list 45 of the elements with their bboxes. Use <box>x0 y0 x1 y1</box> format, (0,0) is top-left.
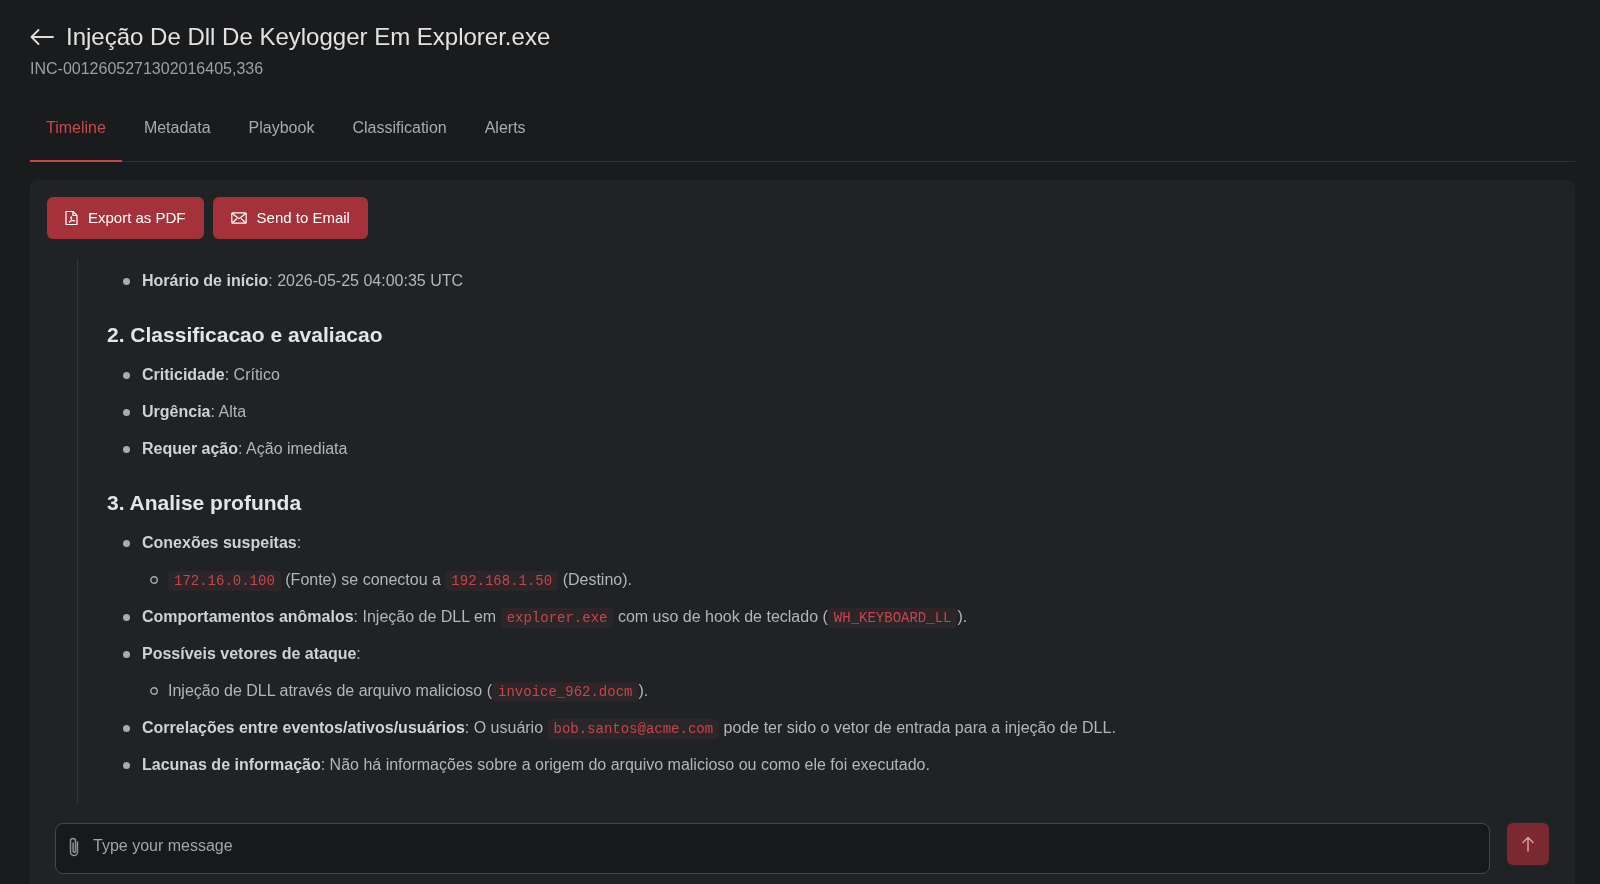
envelope-icon <box>230 212 247 224</box>
back-arrow-icon[interactable] <box>30 29 54 45</box>
message-input[interactable]: Type your message <box>55 823 1490 874</box>
circle-bullet-icon <box>150 576 158 584</box>
incident-id: INC-0012605271302016405,336 <box>30 59 265 79</box>
tab[interactable]: Alerts <box>468 102 542 162</box>
list-item-text: Horário de início: 2026-05-25 04:00:35 UTC <box>142 271 464 291</box>
circle-bullet-icon <box>150 687 158 695</box>
bullet-icon <box>123 761 130 769</box>
inline-code: explorer.exe <box>500 608 614 628</box>
list-item-text: Conexões suspeitas: <box>142 533 302 553</box>
export-button[interactable]: Export as PDF <box>47 197 204 239</box>
list-item-text: Lacunas de informação: Não há informações sobre a origem do arquivo malicioso ou como ele foi executado. <box>142 755 930 775</box>
tab[interactable]: Timeline <box>30 102 122 162</box>
bullet-icon <box>123 445 130 453</box>
bullet-icon <box>123 613 130 621</box>
tab[interactable]: Playbook <box>232 102 331 162</box>
pdf-file-icon <box>65 210 78 226</box>
list-item-text: Comportamentos anômalos: Injeção de DLL em explorer.exe com uso de hook de teclado ( WH_KEYBOARD_LL ). <box>142 607 968 629</box>
list-item-text: Criticidade: Crítico <box>142 365 280 385</box>
inline-code: bob.santos@acme.com <box>547 719 720 739</box>
inline-code: 172.16.0.100 <box>168 571 281 591</box>
bullet-icon <box>123 371 130 379</box>
bullet-icon <box>123 724 130 732</box>
tab[interactable]: Metadata <box>127 102 227 162</box>
inline-code: 192.168.1.50 <box>445 571 559 591</box>
bullet-icon <box>123 277 130 285</box>
send-email-button[interactable]: Send to Email <box>212 197 368 239</box>
arrow-up-icon <box>1522 836 1534 852</box>
list-item-text: Requer ação: Ação imediata <box>142 439 348 459</box>
list-item-text: Injeção de DLL através de arquivo malicioso ( invoice_962.docm ). <box>168 681 649 703</box>
page-title: Injeção De Dll De Keylogger Em Explorer.exe <box>66 22 551 52</box>
list-item-text: Possíveis vetores de ataque: <box>142 644 361 664</box>
list-item-text: Correlações entre eventos/ativos/usuários: O usuário bob.santos@acme.com pode ter sido o vetor de entrada para a injeção de DLL. <box>142 718 1116 740</box>
tab[interactable]: Classification <box>336 102 463 162</box>
inline-code: invoice_962.docm <box>492 682 639 702</box>
bullet-icon <box>123 408 130 416</box>
bullet-icon <box>123 650 130 658</box>
inline-code: WH_KEYBOARD_LL <box>827 608 958 628</box>
section-heading: 3. Analise profunda <box>107 490 303 516</box>
list-item-text: Urgência: Alta <box>142 402 247 422</box>
section-heading: 2. Classificacao e avaliacao <box>107 322 384 348</box>
list-item-text: 172.16.0.100 (Fonte) se conectou a 192.168.1.50 (Destino). <box>168 568 632 592</box>
bullet-icon <box>123 539 130 547</box>
paperclip-icon[interactable] <box>68 837 80 858</box>
